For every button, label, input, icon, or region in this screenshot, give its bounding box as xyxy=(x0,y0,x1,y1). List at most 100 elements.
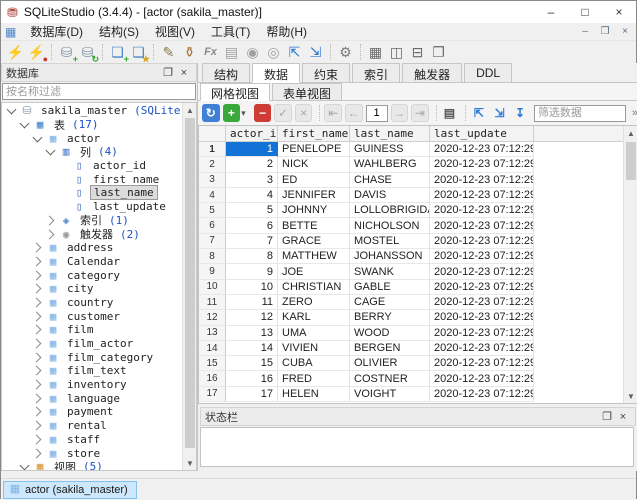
tab-约束[interactable]: 约束 xyxy=(302,63,350,82)
row-number[interactable]: 16 xyxy=(199,371,226,386)
row-number[interactable]: 7 xyxy=(199,234,226,249)
tab-DDL[interactable]: DDL xyxy=(464,63,512,82)
tree-item-city[interactable]: ▦city xyxy=(2,282,182,296)
row-number[interactable]: 4 xyxy=(199,188,226,203)
grid-cell[interactable]: JOHNNY xyxy=(278,203,350,218)
ddl-history-icon[interactable]: ⚱ xyxy=(179,42,200,62)
prev-page-icon[interactable]: ← xyxy=(345,104,363,122)
tree-item-staff[interactable]: ▦staff xyxy=(2,433,182,447)
row-number[interactable]: 3 xyxy=(199,173,226,188)
grid-cell[interactable]: UMA xyxy=(278,326,350,341)
chevron-right-icon[interactable] xyxy=(33,312,42,321)
scroll-up-icon[interactable]: ▲ xyxy=(183,103,197,117)
grid-cell[interactable]: 17 xyxy=(226,387,278,402)
menu-item-4[interactable]: 帮助(H) xyxy=(258,22,315,41)
tree-item-film[interactable]: ▦film xyxy=(2,323,182,337)
chevron-right-icon[interactable] xyxy=(33,271,42,280)
scroll-up-icon[interactable]: ▲ xyxy=(624,126,637,140)
print-icon[interactable]: ▤ xyxy=(441,104,459,122)
grid-cell[interactable]: CHRISTIAN xyxy=(278,280,350,295)
chevron-right-icon[interactable] xyxy=(33,257,42,266)
grid-cell[interactable]: CHASE xyxy=(350,173,430,188)
chevron-right-icon[interactable] xyxy=(33,284,42,293)
tree-item-表[interactable]: ▦表(17) xyxy=(2,118,182,132)
config-icon[interactable]: ⚙ xyxy=(335,42,356,62)
grid-cell[interactable]: NICK xyxy=(278,157,350,172)
row-number[interactable]: 9 xyxy=(199,264,226,279)
view-tab-网格视图[interactable]: 网格视图 xyxy=(200,83,270,101)
function-editor-icon[interactable]: Fx xyxy=(200,42,221,62)
add-database-icon[interactable]: ⛁+ xyxy=(56,42,77,62)
grid-cell[interactable]: OLIVIER xyxy=(350,356,430,371)
tile-vertical-icon[interactable]: ◫ xyxy=(386,42,407,62)
grid-cell[interactable]: WOOD xyxy=(350,326,430,341)
grid-cell[interactable]: 2020-12-23 07:12:29 xyxy=(430,234,534,249)
chevron-down-icon[interactable] xyxy=(7,106,16,115)
grid-cell[interactable]: 13 xyxy=(226,326,278,341)
row-number[interactable]: 15 xyxy=(199,356,226,371)
menu-item-1[interactable]: 结构(S) xyxy=(91,22,147,41)
grid-cell[interactable]: 10 xyxy=(226,280,278,295)
grid-cell[interactable]: 2020-12-23 07:12:29 xyxy=(430,387,534,402)
grid-cell[interactable]: 7 xyxy=(226,234,278,249)
grid-cell[interactable]: BERGEN xyxy=(350,341,430,356)
tree-item-film_actor[interactable]: ▦film_actor xyxy=(2,337,182,351)
float-panel-icon[interactable]: ❐ xyxy=(160,65,176,80)
column-header-first_name[interactable]: first_name xyxy=(278,126,350,141)
grid-cell[interactable]: 12 xyxy=(226,310,278,325)
column-header-last_name[interactable]: last_name xyxy=(350,126,430,141)
grid-cell[interactable]: 2020-12-23 07:12:29 xyxy=(430,218,534,233)
grid-cell[interactable]: 8 xyxy=(226,249,278,264)
extension-icon[interactable]: ◉ xyxy=(242,42,263,62)
last-page-icon[interactable]: ⇥ xyxy=(411,104,429,122)
refresh-grid-icon[interactable]: ↻ xyxy=(202,104,220,122)
grid-cell[interactable]: CAGE xyxy=(350,295,430,310)
first-page-icon[interactable]: ⇤ xyxy=(324,104,342,122)
grid-cell[interactable]: HELEN xyxy=(278,387,350,402)
refresh-schema-icon[interactable]: ⛁↻ xyxy=(77,42,98,62)
chevron-down-icon[interactable] xyxy=(46,147,55,156)
tab-触发器[interactable]: 触发器 xyxy=(402,63,462,82)
tree-item-last_name[interactable]: ▯last_name xyxy=(2,186,182,200)
tree-item-sakila_master[interactable]: ⛁sakila_master(SQLite 3) xyxy=(2,104,182,118)
grid-cell[interactable]: 2 xyxy=(226,157,278,172)
grid-cell[interactable]: 6 xyxy=(226,218,278,233)
toolbar-overflow-icon[interactable]: » xyxy=(632,107,637,119)
chevron-right-icon[interactable] xyxy=(33,449,42,458)
rollback-changes-icon[interactable]: × xyxy=(295,104,313,122)
data-filter-input[interactable] xyxy=(534,105,626,122)
grid-cell[interactable]: COSTNER xyxy=(350,371,430,386)
grid-cell[interactable]: 2020-12-23 07:12:29 xyxy=(430,295,534,310)
grid-cell[interactable]: 2020-12-23 07:12:29 xyxy=(430,203,534,218)
tree-item-film_text[interactable]: ▦film_text xyxy=(2,364,182,378)
row-number[interactable]: 11 xyxy=(199,295,226,310)
grid-cell[interactable]: LOLLOBRIGIDA xyxy=(350,203,430,218)
window-edit-icon[interactable]: ❏★ xyxy=(128,42,149,62)
close-button[interactable]: × xyxy=(602,1,636,23)
tree-item-Calendar[interactable]: ▦Calendar xyxy=(2,255,182,269)
grid-cell[interactable]: GRACE xyxy=(278,234,350,249)
maximize-button[interactable]: □ xyxy=(568,1,602,23)
tree-item-列[interactable]: ▥列(4) xyxy=(2,145,182,159)
menu-item-0[interactable]: 数据库(D) xyxy=(22,22,91,41)
chevron-right-icon[interactable] xyxy=(46,216,55,225)
menu-item-2[interactable]: 视图(V) xyxy=(147,22,203,41)
mdi-restore-button[interactable]: ❐ xyxy=(596,25,614,39)
grid-cell[interactable]: 3 xyxy=(226,173,278,188)
tree-item-category[interactable]: ▦category xyxy=(2,268,182,282)
tree-item-first_name[interactable]: ▯first_name xyxy=(2,172,182,186)
tree-item-customer[interactable]: ▦customer xyxy=(2,309,182,323)
float-panel-icon[interactable]: ❐ xyxy=(599,409,615,424)
add-row-icon[interactable]: + xyxy=(223,104,241,122)
chevron-right-icon[interactable] xyxy=(33,380,42,389)
disconnect-database-icon[interactable]: ⚡● xyxy=(26,42,47,62)
menu-item-3[interactable]: 工具(T) xyxy=(203,22,258,41)
grid-cell[interactable]: 2020-12-23 07:12:29 xyxy=(430,188,534,203)
grid-cell[interactable]: 2020-12-23 07:12:29 xyxy=(430,249,534,264)
grid-cell[interactable]: KARL xyxy=(278,310,350,325)
chevron-right-icon[interactable] xyxy=(33,421,42,430)
grid-cell[interactable]: JOE xyxy=(278,264,350,279)
tile-horizontal-icon[interactable]: ⊟ xyxy=(407,42,428,62)
grid-cell[interactable]: 11 xyxy=(226,295,278,310)
grid-cell[interactable]: 2020-12-23 07:12:29 xyxy=(430,280,534,295)
